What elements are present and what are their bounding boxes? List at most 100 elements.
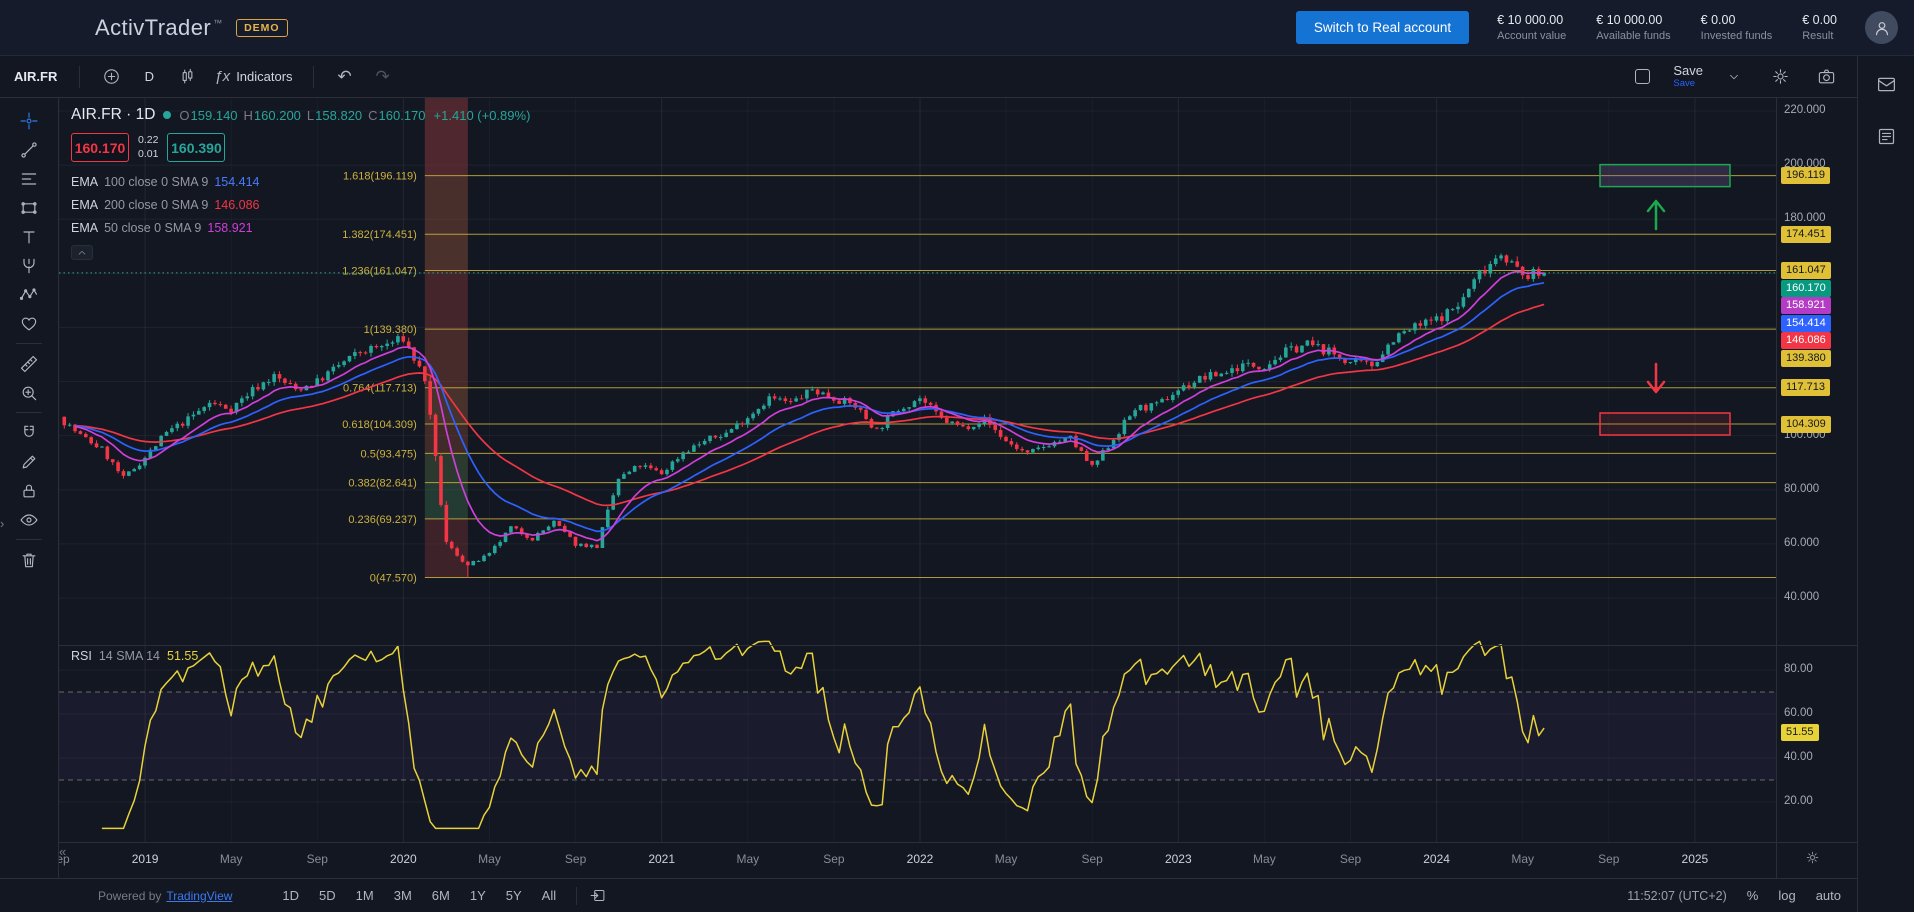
- time-axis-label: May: [1511, 852, 1534, 866]
- switch-to-real-button[interactable]: Switch to Real account: [1296, 11, 1469, 44]
- sidebar-collapse-handle[interactable]: ›: [0, 516, 4, 531]
- ohlc-readout: O159.140 H160.200 L158.820 C160.170: [179, 108, 425, 123]
- stat-invested-funds: € 0.00 Invested funds: [1701, 13, 1773, 42]
- magnet-tool-icon[interactable]: [10, 418, 48, 447]
- rsi-legend[interactable]: RSI 14 SMA 14 51.55: [71, 649, 198, 663]
- pattern-tool-icon[interactable]: [10, 280, 48, 309]
- range-button-all[interactable]: All: [534, 884, 564, 907]
- account-stats: € 10 000.00 Account value € 10 000.00 Av…: [1497, 13, 1837, 42]
- user-avatar-icon[interactable]: [1865, 11, 1898, 44]
- heart-tool-icon[interactable]: [10, 309, 48, 338]
- rsi-tick-label: 40.00: [1784, 751, 1813, 763]
- symbol-title[interactable]: AIR.FR · 1D: [71, 106, 155, 124]
- range-button-1y[interactable]: 1Y: [462, 884, 494, 907]
- bottom-bar: Powered by TradingView 1D5D1M3M6M1Y5YAll…: [0, 878, 1857, 912]
- time-axis-label: 2024: [1423, 852, 1450, 866]
- time-axis-label: May: [478, 852, 501, 866]
- sell-price-button[interactable]: 160.170: [71, 133, 129, 162]
- change-readout: +1.410 (+0.89%): [434, 108, 531, 123]
- trend-line-tool-icon[interactable]: [10, 135, 48, 164]
- pencil-tool-icon[interactable]: [10, 447, 48, 476]
- range-switcher: 1D5D1M3M6M1Y5YAll: [274, 884, 564, 907]
- undo-icon[interactable]: ↶: [330, 61, 360, 93]
- price-badge-fib: 139.380: [1781, 350, 1831, 367]
- pitchfork-tool-icon[interactable]: [10, 251, 48, 280]
- text-tool-icon[interactable]: [10, 222, 48, 251]
- time-axis-label: Sep: [565, 852, 586, 866]
- time-axis-label: 2019: [132, 852, 159, 866]
- lock-tool-icon[interactable]: [10, 476, 48, 505]
- range-button-1m[interactable]: 1M: [348, 884, 382, 907]
- eye-tool-icon[interactable]: [10, 505, 48, 534]
- rsi-tick-label: 80.00: [1784, 663, 1813, 675]
- symbol-label[interactable]: AIR.FR: [14, 69, 57, 84]
- time-axis-label: May: [220, 852, 243, 866]
- fib-lines-tool-icon[interactable]: [10, 164, 48, 193]
- redo-icon[interactable]: ↷: [368, 61, 398, 93]
- divider: [313, 66, 314, 88]
- save-button[interactable]: Save Save: [1673, 64, 1703, 89]
- tradingview-link[interactable]: TradingView: [166, 889, 232, 903]
- scroll-left-handle[interactable]: «: [59, 844, 66, 859]
- log-scale-button[interactable]: log: [1778, 888, 1795, 903]
- chart-toolbar: AIR.FR D ƒx Indicators ↶ ↷ Save Save: [0, 56, 1857, 98]
- brand-logo: ActivTrader ™ DEMO: [0, 15, 288, 41]
- indicator-row-ema200[interactable]: EMA200 close 0 SMA 9146.086: [71, 193, 530, 216]
- rsi-value-badge: 51.55: [1781, 724, 1819, 741]
- tool-divider: [16, 412, 42, 413]
- stat-account-value: € 10 000.00 Account value: [1497, 13, 1566, 42]
- pane-separator[interactable]: [59, 645, 1857, 646]
- tool-divider: [16, 343, 42, 344]
- go-to-date-icon[interactable]: [589, 887, 606, 904]
- candle-style-icon[interactable]: [172, 61, 202, 93]
- indicators-button[interactable]: ƒx Indicators: [210, 61, 296, 93]
- time-axis-label: 2020: [390, 852, 417, 866]
- layout-icon[interactable]: [1627, 61, 1657, 93]
- percent-scale-button[interactable]: %: [1747, 888, 1759, 903]
- add-instrument-icon[interactable]: [96, 61, 126, 93]
- svg-text:0.5(93.475): 0.5(93.475): [361, 448, 417, 460]
- price-axis[interactable]: 220.000200.000180.000100.00080.00060.000…: [1776, 98, 1857, 878]
- buy-price-button[interactable]: 160.390: [167, 133, 225, 162]
- time-axis[interactable]: Sep2019MaySep2020MaySep2021MaySep2022May…: [59, 842, 1776, 878]
- spread-readout: 0.22 0.01: [138, 134, 158, 161]
- range-button-3m[interactable]: 3M: [386, 884, 420, 907]
- range-button-6m[interactable]: 6M: [424, 884, 458, 907]
- price-badge-ema100: 154.414: [1781, 315, 1831, 332]
- price-badge-last: 160.170: [1781, 280, 1831, 297]
- stat-result: € 0.00 Result: [1802, 13, 1837, 42]
- divider: [79, 66, 80, 88]
- timeframe-button[interactable]: D: [134, 61, 164, 93]
- gear-icon[interactable]: [1765, 61, 1795, 93]
- price-badge-fib: 161.047: [1781, 262, 1831, 279]
- time-axis-label: 2022: [907, 852, 934, 866]
- indicator-legend: EMA100 close 0 SMA 9154.414 EMA200 close…: [71, 170, 530, 239]
- collapse-indicators-button[interactable]: [71, 245, 93, 260]
- svg-text:0(47.570): 0(47.570): [370, 573, 417, 585]
- rectangle-tool-icon[interactable]: [10, 193, 48, 222]
- time-axis-border: [59, 842, 1857, 843]
- right-utility-strip: [1857, 56, 1914, 912]
- indicator-row-ema100[interactable]: EMA100 close 0 SMA 9154.414: [71, 170, 530, 193]
- range-button-1d[interactable]: 1D: [274, 884, 307, 907]
- save-chevron-down-icon[interactable]: [1719, 61, 1749, 93]
- news-icon[interactable]: [1876, 126, 1897, 152]
- trash-tool-icon[interactable]: [10, 545, 48, 574]
- indicator-row-ema50[interactable]: EMA50 close 0 SMA 9158.921: [71, 216, 530, 239]
- time-axis-label: Sep: [307, 852, 328, 866]
- zoom-tool-icon[interactable]: [10, 378, 48, 407]
- price-badge-fib: 104.309: [1781, 416, 1831, 433]
- rsi-tick-label: 60.00: [1784, 707, 1813, 719]
- divider: [576, 887, 577, 905]
- time-axis-label: Sep: [1598, 852, 1619, 866]
- time-axis-label: Sep: [823, 852, 844, 866]
- range-button-5y[interactable]: 5Y: [498, 884, 530, 907]
- crosshair-tool-icon[interactable]: [10, 106, 48, 135]
- auto-scale-button[interactable]: auto: [1816, 888, 1841, 903]
- range-button-5d[interactable]: 5D: [311, 884, 344, 907]
- camera-icon[interactable]: [1811, 61, 1841, 93]
- ruler-tool-icon[interactable]: [10, 349, 48, 378]
- axis-gear-icon[interactable]: [1805, 850, 1820, 870]
- mail-icon[interactable]: [1876, 74, 1897, 100]
- svg-text:0.382(82.641): 0.382(82.641): [348, 478, 417, 490]
